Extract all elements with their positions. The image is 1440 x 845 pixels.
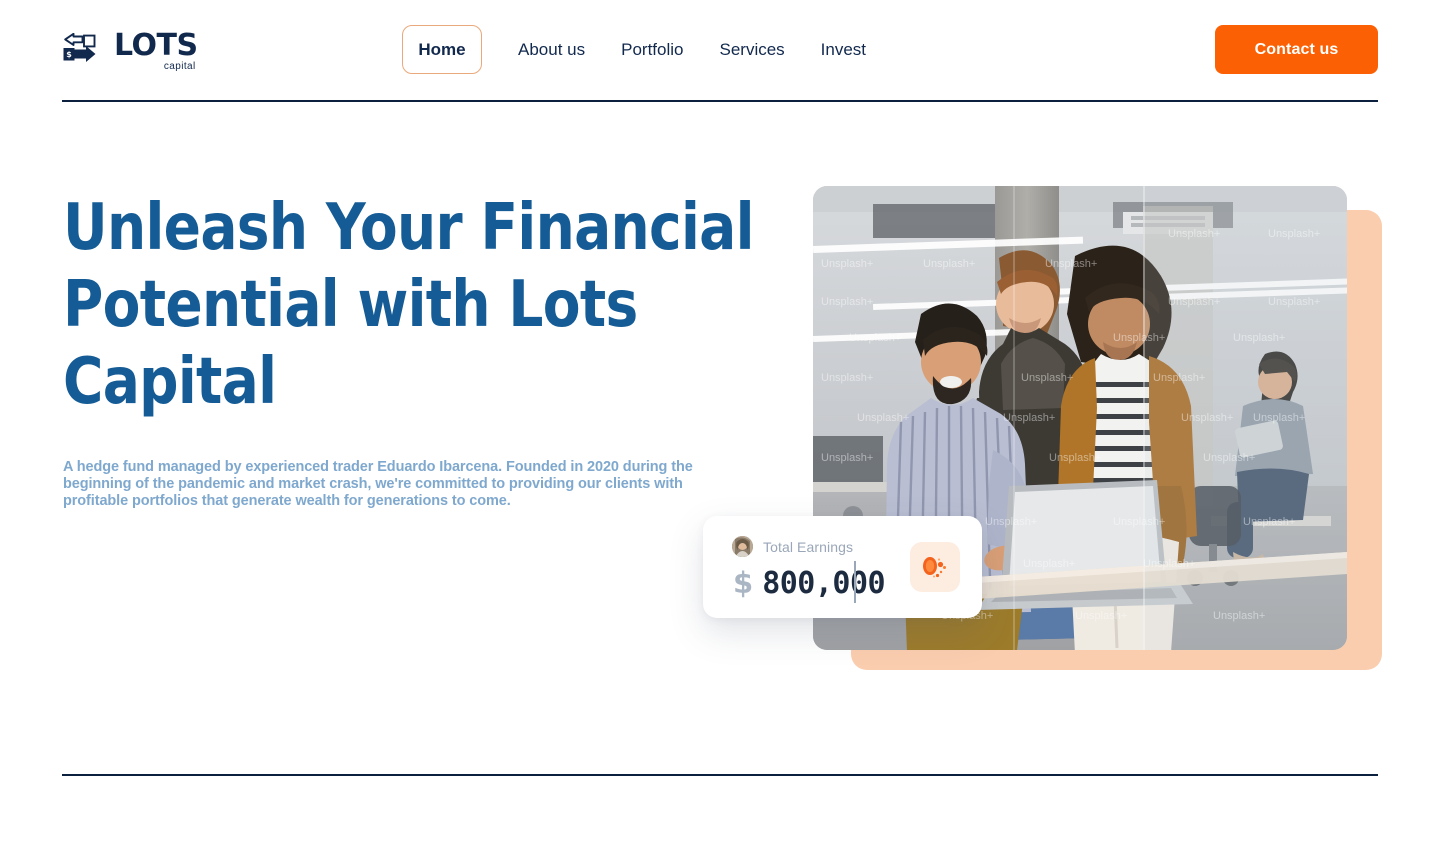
currency-symbol: $	[733, 566, 754, 600]
earnings-card-header: Total Earnings	[732, 536, 853, 557]
avatar	[732, 536, 753, 557]
nav-item-about-us[interactable]: About us	[518, 25, 585, 74]
user-avatar-photo	[732, 536, 753, 557]
earnings-value: 800,000	[762, 566, 886, 601]
total-earnings-card[interactable]: Total Earnings $ 800,000	[703, 516, 982, 618]
nav-item-services[interactable]: Services	[719, 25, 784, 74]
nav-item-services-label: Services	[719, 40, 785, 59]
nav-item-invest[interactable]: Invest	[821, 25, 866, 74]
text-cursor	[854, 561, 856, 603]
nav-item-home[interactable]: Home	[402, 25, 482, 74]
contact-us-button[interactable]: Contact us	[1215, 25, 1378, 74]
main-navigation: Home About us Portfolio Services Invest	[402, 25, 866, 74]
site-header: $ LOTS capital Home About us Portfolio S…	[0, 0, 1440, 100]
nav-item-home-label: Home	[418, 40, 466, 59]
header-divider	[62, 100, 1378, 102]
hero-landing-page: $ LOTS capital Home About us Portfolio S…	[0, 0, 1440, 845]
brand-name: LOTS	[114, 27, 198, 63]
nav-item-portfolio[interactable]: Portfolio	[621, 25, 683, 74]
earnings-badge	[910, 542, 960, 592]
nav-item-portfolio-label: Portfolio	[621, 40, 684, 59]
hero-title-line-1: Unleash Your Financial	[63, 191, 754, 265]
brand-logo[interactable]: $ LOTS capital	[62, 30, 198, 72]
svg-text:$: $	[66, 50, 72, 59]
money-transfer-arrows-icon: $	[63, 33, 96, 62]
earnings-label: Total Earnings	[763, 538, 854, 555]
nav-item-about-us-label: About us	[518, 40, 586, 59]
earnings-amount: $ 800,000	[733, 566, 886, 601]
page-title: Unleash Your Financial Potential with Lo…	[63, 190, 768, 421]
coin-sparkle-icon	[923, 557, 946, 578]
section-divider	[62, 774, 1378, 776]
hero-copy: Unleash Your Financial Potential with Lo…	[63, 190, 763, 510]
hero-title-line-3: Capital	[63, 345, 277, 419]
brand-tagline: capital	[163, 60, 196, 72]
nav-item-invest-label: Invest	[820, 40, 867, 59]
hero-description: A hedge fund managed by experienced trad…	[63, 459, 693, 509]
hero-title-line-2: Potential with Lots	[63, 268, 638, 342]
